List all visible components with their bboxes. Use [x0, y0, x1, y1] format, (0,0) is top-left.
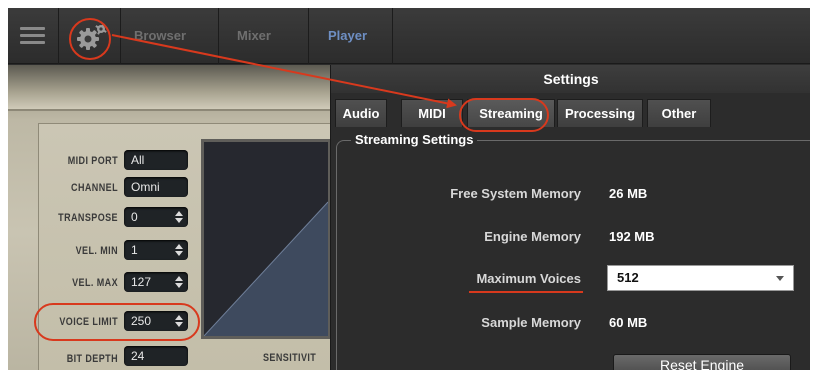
app-window: Browser Mixer Player MIDI PORT All CHANN… — [8, 8, 810, 370]
tab-browser[interactable]: Browser — [134, 8, 186, 64]
toolbar-divider — [308, 8, 309, 64]
tab-other[interactable]: Other — [647, 99, 711, 127]
voice-limit-label: VOICE LIMIT — [59, 316, 118, 328]
tab-streaming[interactable]: Streaming — [467, 99, 555, 127]
engine-memory-label: Engine Memory — [484, 229, 581, 244]
max-voices-label: Maximum Voices — [476, 271, 581, 286]
toolbar-divider — [392, 8, 393, 64]
chevron-down-icon — [776, 276, 784, 281]
top-toolbar: Browser Mixer Player — [8, 8, 810, 64]
engine-memory-value: 192 MB — [609, 229, 655, 244]
sample-memory-label: Sample Memory — [481, 315, 581, 330]
bit-depth-select[interactable]: 24 — [124, 346, 188, 366]
toolbar-divider — [218, 8, 219, 64]
spinner-arrows-icon[interactable] — [175, 313, 183, 329]
tab-mixer[interactable]: Mixer — [237, 8, 271, 64]
group-title: Streaming Settings — [351, 132, 478, 147]
voice-limit-value: 250 — [131, 314, 152, 328]
annotation-underline — [469, 291, 583, 293]
channel-select[interactable]: Omni — [124, 177, 188, 197]
gear-icon[interactable] — [75, 22, 109, 52]
hamburger-menu-icon[interactable] — [20, 27, 45, 45]
spinner-arrows-icon[interactable] — [175, 274, 183, 290]
max-voices-select[interactable]: 512 — [607, 265, 794, 291]
tab-midi[interactable]: MIDI — [401, 99, 463, 127]
velocity-curve-graph[interactable] — [201, 139, 331, 339]
vel-max-value: 127 — [131, 275, 152, 289]
transpose-stepper[interactable]: 0 — [124, 207, 188, 227]
vel-min-stepper[interactable]: 1 — [124, 240, 188, 260]
sample-memory-value: 60 MB — [609, 315, 648, 330]
spinner-arrows-icon[interactable] — [175, 209, 183, 225]
streaming-settings-group — [336, 140, 810, 370]
midi-port-select[interactable]: All — [124, 150, 188, 170]
tab-player[interactable]: Player — [328, 8, 367, 64]
panel-header-bar — [8, 65, 330, 111]
settings-title: Settings — [331, 65, 810, 93]
bit-depth-label: BIT DEPTH — [66, 353, 118, 365]
reset-engine-button[interactable]: Reset Engine — [613, 354, 791, 370]
free-memory-label: Free System Memory — [450, 186, 581, 201]
vel-max-stepper[interactable]: 127 — [124, 272, 188, 292]
toolbar-divider — [58, 8, 59, 64]
midi-port-label: MIDI PORT — [67, 155, 118, 167]
vel-min-label: VEL. MIN — [75, 245, 118, 257]
tab-audio[interactable]: Audio — [335, 99, 387, 127]
transpose-value: 0 — [131, 210, 138, 224]
vel-min-value: 1 — [131, 243, 138, 257]
sensitivity-label: SENSITIVIT — [263, 352, 317, 364]
toolbar-divider — [120, 8, 121, 64]
tab-processing[interactable]: Processing — [557, 99, 643, 127]
max-voices-value: 512 — [617, 270, 639, 285]
vel-max-label: VEL. MAX — [72, 277, 118, 289]
settings-dialog: Settings Audio MIDI Streaming Processing… — [330, 65, 810, 370]
channel-label: CHANNEL — [71, 182, 118, 194]
transpose-label: TRANSPOSE — [58, 212, 118, 224]
spinner-arrows-icon[interactable] — [175, 242, 183, 258]
voice-limit-stepper[interactable]: 250 — [124, 311, 188, 331]
free-memory-value: 26 MB — [609, 186, 648, 201]
